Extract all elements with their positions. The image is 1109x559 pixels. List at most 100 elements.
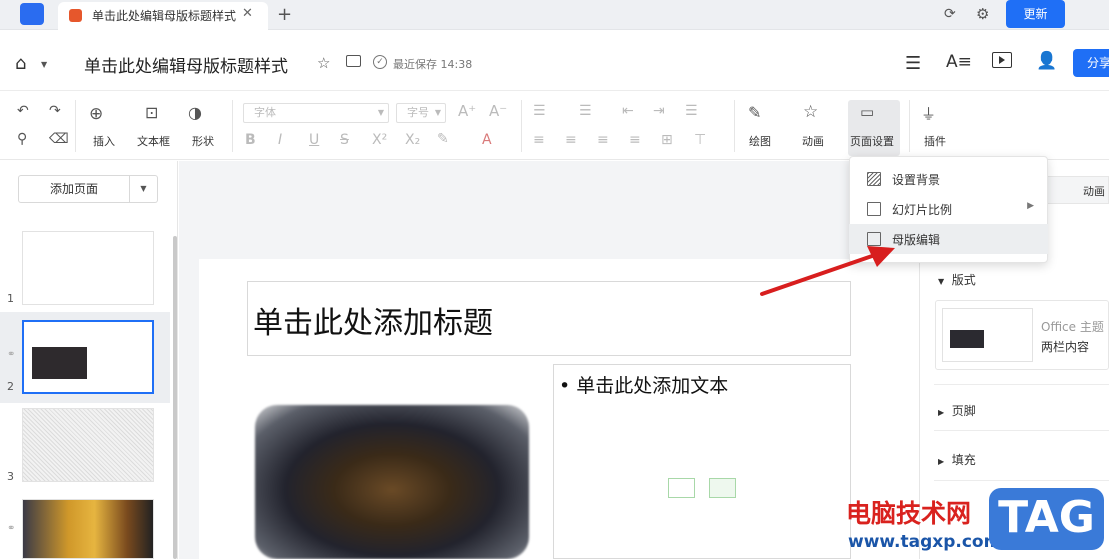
share-button[interactable]: 分享 — [1073, 49, 1109, 77]
add-collaborator-icon[interactable]: 👤 — [1036, 51, 1057, 71]
plugin-label[interactable]: 插件 — [924, 133, 946, 149]
slide-title[interactable]: 单击此处添加标题 — [253, 298, 493, 342]
textbox-label[interactable]: 文本框 — [137, 133, 170, 149]
font-family-select[interactable]: 字体 ▼ — [243, 103, 389, 123]
plugin-icon[interactable]: ⏚ — [921, 103, 936, 124]
insert-image-icon[interactable] — [709, 478, 736, 498]
home-icon[interactable]: ⌂ — [15, 53, 26, 74]
font-size-select[interactable]: 字号 ▼ — [396, 103, 446, 123]
text-format-icon[interactable]: A≡ — [946, 52, 972, 72]
slide-number: 3 — [7, 470, 14, 483]
subscript-icon[interactable]: X₂ — [405, 132, 420, 148]
bullet-list-icon[interactable]: ☰ — [533, 103, 546, 119]
toolbar-divider — [521, 100, 522, 152]
add-page-button[interactable]: 添加页面 — [18, 175, 130, 203]
layout-thumbnail-image — [950, 330, 984, 348]
layout-name: 两栏内容 — [1041, 340, 1090, 354]
underline-icon[interactable]: U — [309, 132, 319, 148]
menu-item-set-background[interactable]: 设置背景 — [849, 164, 1048, 194]
update-button[interactable]: 更新 — [1006, 0, 1065, 28]
divider — [934, 480, 1109, 481]
content-text[interactable]: • 单击此处添加文本 — [559, 371, 728, 398]
new-tab-button[interactable]: + — [277, 4, 292, 25]
align-center-icon[interactable]: ≡ — [565, 132, 577, 148]
toolbar — [0, 92, 1109, 160]
saved-check-icon: ✓ — [373, 55, 387, 69]
background-icon — [867, 172, 881, 186]
font-size-placeholder: 字号 — [407, 106, 429, 119]
slide-photo[interactable] — [255, 405, 529, 559]
presentation-icon — [69, 9, 82, 22]
align-left-icon[interactable]: ≡ — [533, 132, 545, 148]
page-setup-icon[interactable]: ▭ — [860, 103, 874, 121]
increase-font-icon[interactable]: A⁺ — [458, 102, 476, 120]
annotation-arrow — [760, 246, 895, 296]
align-right-icon[interactable]: ≡ — [597, 132, 609, 148]
section-layout[interactable]: ▼ 版式 — [938, 271, 976, 288]
toolbar-divider — [734, 100, 735, 152]
app-logo-icon[interactable] — [20, 3, 44, 25]
indent-icon[interactable]: ⇥ — [653, 103, 665, 119]
comment-icon[interactable]: ⚭ — [7, 349, 15, 360]
draw-icon[interactable]: ✎ — [748, 103, 761, 122]
highlight-icon[interactable]: ✎ — [437, 131, 449, 147]
section-footer[interactable]: ▶ 页脚 — [938, 402, 976, 419]
vertical-align-icon[interactable]: ⊤ — [694, 132, 706, 148]
menu-icon[interactable]: ☰ — [905, 53, 921, 74]
move-to-folder-icon[interactable] — [346, 55, 361, 67]
menu-item-label: 设置背景 — [892, 173, 941, 187]
menu-item-slide-ratio[interactable]: 幻灯片比例 ▶ — [849, 194, 1048, 224]
shape-icon[interactable]: ◑ — [188, 103, 202, 122]
slide-number: 2 — [7, 380, 14, 393]
chevron-right-icon: ▶ — [938, 408, 945, 417]
insert-table-icon[interactable] — [668, 478, 695, 498]
redo-icon[interactable]: ↷ — [49, 103, 61, 119]
page-setup-label[interactable]: 页面设置 — [850, 133, 894, 149]
format-painter-icon[interactable]: ⚲ — [17, 131, 27, 147]
decrease-font-icon[interactable]: A⁻ — [489, 102, 507, 120]
slide-thumbnail-1[interactable] — [22, 231, 154, 305]
eraser-icon[interactable]: ⌫ — [49, 131, 69, 147]
bold-icon[interactable]: B — [245, 132, 256, 148]
insert-label[interactable]: 插入 — [93, 133, 115, 149]
outdent-icon[interactable]: ⇤ — [622, 103, 634, 119]
justify-icon[interactable]: ≡ — [629, 132, 641, 148]
slide-thumbnail-4[interactable] — [22, 499, 154, 559]
thumbnail-image — [32, 347, 87, 379]
animation-label[interactable]: 动画 — [802, 133, 824, 149]
undo-icon[interactable]: ↶ — [17, 103, 29, 119]
slide-thumbnail-3[interactable] — [22, 408, 154, 482]
watermark-tag-logo: TAG — [989, 488, 1104, 550]
toolbar-divider — [909, 100, 910, 152]
star-icon[interactable]: ☆ — [317, 54, 330, 72]
document-title[interactable]: 单击此处编辑母版标题样式 — [84, 52, 288, 77]
shape-label[interactable]: 形状 — [192, 133, 214, 149]
thumbnail-scrollbar[interactable] — [173, 236, 177, 559]
italic-icon[interactable]: I — [278, 132, 282, 148]
distribute-icon[interactable]: ⊞ — [661, 132, 673, 148]
insert-icon[interactable]: ⊕ — [89, 104, 103, 124]
chevron-down-icon[interactable]: ▼ — [130, 175, 158, 203]
arrow-shaft — [760, 253, 877, 296]
font-color-icon[interactable]: A — [482, 132, 492, 148]
strikethrough-icon[interactable]: S — [340, 132, 349, 148]
font-family-placeholder: 字体 — [254, 106, 276, 119]
animation-icon[interactable]: ☆ — [803, 102, 818, 122]
tab-animation[interactable]: 动画 — [1083, 183, 1105, 199]
section-layout-label: 版式 — [951, 273, 976, 287]
tab-title[interactable]: 单击此处编辑母版标题样式 — [92, 7, 236, 24]
gear-icon[interactable]: ⚙ — [976, 5, 989, 23]
superscript-icon[interactable]: X² — [372, 132, 387, 148]
section-fill[interactable]: ▶ 填充 — [938, 451, 976, 468]
numbered-list-icon[interactable]: ☰ — [579, 103, 592, 119]
draw-label[interactable]: 绘图 — [749, 133, 771, 149]
sync-icon[interactable]: ⟳ — [944, 6, 956, 22]
chevron-down-icon[interactable]: ▼ — [41, 60, 47, 69]
chevron-down-icon: ▼ — [434, 108, 441, 117]
line-spacing-icon[interactable]: ☰ — [685, 103, 698, 119]
close-tab-icon[interactable]: ✕ — [242, 6, 253, 21]
textbox-icon[interactable]: ⊡ — [145, 103, 158, 122]
toolbar-divider — [232, 100, 233, 152]
play-slideshow-icon[interactable] — [992, 52, 1012, 68]
comment-icon[interactable]: ⚭ — [7, 523, 15, 534]
